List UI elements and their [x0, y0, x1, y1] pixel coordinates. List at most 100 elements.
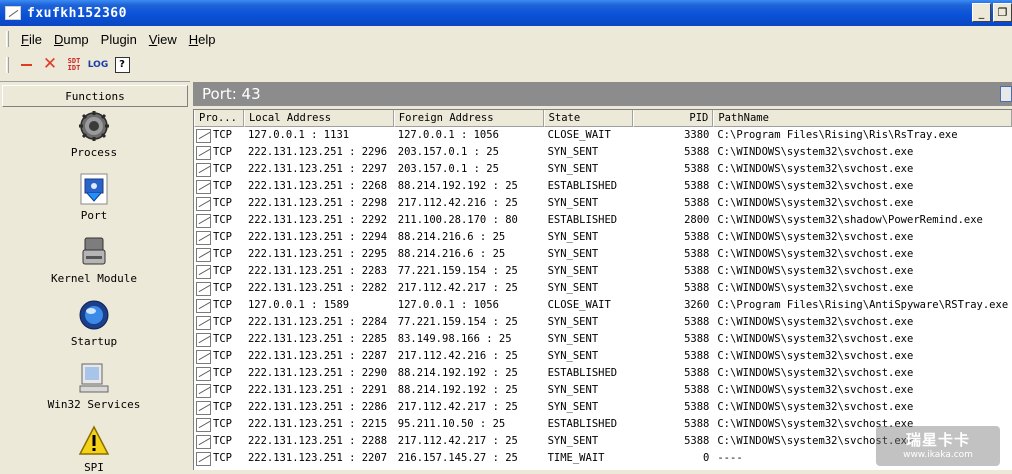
menu-file[interactable]: File [15, 32, 48, 47]
sdt-button[interactable]: SDT IDT [63, 55, 85, 75]
menu-grip[interactable] [6, 31, 9, 47]
table-row[interactable]: TCP 222.131.123.251 : 2298 217.112.42.216 … [194, 195, 1012, 212]
title-bar[interactable]: fxufkh152360 _ ❐ [0, 0, 1012, 26]
port-list[interactable]: Pro... Local Address Foreign Address Sta… [193, 109, 1012, 470]
cell-state: ESTABLISHED [547, 214, 618, 226]
protocol-text: TCP [213, 129, 232, 141]
cell-local-address: 127.0.0.1 : 1131 [247, 129, 350, 141]
menu-view[interactable]: View [143, 32, 183, 47]
cell-protocol: TCP [194, 348, 244, 365]
restore-button[interactable]: ❐ [993, 3, 1012, 22]
table-row[interactable]: TCP 222.131.123.251 : 2292 211.100.28.170 … [194, 212, 1012, 229]
sidebar-item-kernel-module[interactable]: Kernel Module [0, 236, 188, 285]
kill-button[interactable]: ✕ [39, 55, 61, 75]
sidebar-item-port[interactable]: Port [0, 173, 188, 222]
connection-icon [196, 213, 211, 228]
col-header-state[interactable]: State [543, 110, 634, 127]
toolbar-grip[interactable] [6, 56, 9, 73]
cell-protocol: TCP [194, 331, 244, 348]
cell-pid: 5388 [684, 265, 710, 277]
cell-local-address: 222.131.123.251 : 2283 [247, 265, 388, 277]
table-row[interactable]: TCP 222.131.123.251 : 2268 88.214.192.192 … [194, 178, 1012, 195]
connection-icon [196, 298, 211, 313]
sdt-icon: SDT IDT [67, 56, 81, 72]
panel-corner-icon[interactable] [1000, 86, 1012, 102]
col-header-pathname[interactable]: PathName [713, 110, 1012, 127]
help-icon: ? [114, 56, 130, 73]
port-count-bar: Port: 43 [193, 82, 1012, 106]
minus-button[interactable] [15, 55, 37, 75]
protocol-text: TCP [213, 146, 232, 158]
cell-local-address: 222.131.123.251 : 2294 [247, 231, 388, 243]
sidebar-item-process[interactable]: Process [0, 110, 188, 159]
cell-local-address: 222.131.123.251 : 2207 [247, 452, 388, 464]
col-header-pid[interactable]: PID [633, 110, 714, 127]
protocol-text: TCP [213, 282, 232, 294]
sidebar-item-spi[interactable]: SPI [0, 425, 188, 474]
protocol-text: TCP [213, 367, 232, 379]
gear-icon [78, 110, 110, 142]
table-row[interactable]: TCP 222.131.123.251 : 2284 77.221.159.154 … [194, 314, 1012, 331]
cell-protocol: TCP [194, 263, 244, 280]
col-header-foreign-address[interactable]: Foreign Address [393, 110, 544, 127]
table-row[interactable]: TCP 222.131.123.251 : 2291 88.214.192.192 … [194, 382, 1012, 399]
cell-local-address: 127.0.0.1 : 1589 [247, 299, 350, 311]
cell-foreign-address: 127.0.0.1 : 1056 [397, 299, 499, 311]
cell-pathname: C:\WINDOWS\system32\svchost.exe [717, 265, 914, 277]
table-row[interactable]: TCP 222.131.123.251 : 2283 77.221.159.154 … [194, 263, 1012, 280]
cell-pid: 5388 [684, 367, 710, 379]
cell-pid: 5388 [684, 350, 710, 362]
menu-dump[interactable]: Dump [48, 32, 95, 47]
watermark-brand: 瑞星卡卡 [905, 431, 970, 449]
menu-plugin[interactable]: Plugin [95, 32, 143, 47]
cell-protocol: TCP [194, 365, 244, 382]
cell-protocol: TCP [194, 280, 244, 297]
sidebar-item-win32-services[interactable]: Win32 Services [0, 362, 188, 411]
menu-help[interactable]: Help [183, 32, 222, 47]
cell-foreign-address: 88.214.192.192 : 25 [397, 367, 518, 379]
cell-local-address: 222.131.123.251 : 2215 [247, 418, 388, 430]
table-row[interactable]: TCP 127.0.0.1 : 1589 127.0.0.1 : 1056 CLOSE… [194, 297, 1012, 314]
table-row[interactable]: TCP 222.131.123.251 : 2285 83.149.98.166 :… [194, 331, 1012, 348]
cell-protocol: TCP [194, 297, 244, 314]
table-row[interactable]: TCP 222.131.123.251 : 2294 88.214.216.6 : … [194, 229, 1012, 246]
cell-local-address: 222.131.123.251 : 2286 [247, 401, 388, 413]
cell-state: SYN_SENT [547, 265, 599, 277]
window-controls: _ ❐ [970, 3, 1012, 22]
cell-state: SYN_SENT [547, 163, 599, 175]
table-row[interactable]: TCP 222.131.123.251 : 2296 203.157.0.1 : 2… [194, 144, 1012, 161]
cell-protocol: TCP [194, 195, 244, 212]
table-row[interactable]: TCP 222.131.123.251 : 2295 88.214.216.6 : … [194, 246, 1012, 263]
connection-icon [196, 162, 211, 177]
col-header-protocol[interactable]: Pro... [194, 110, 244, 127]
cell-protocol: TCP [194, 144, 244, 161]
sidebar-label-spi: SPI [84, 461, 104, 474]
cell-pid: 5388 [684, 163, 710, 175]
cell-local-address: 222.131.123.251 : 2291 [247, 384, 388, 396]
cell-pathname: C:\Program Files\Rising\AntiSpyware\RSTr… [717, 299, 1009, 311]
watermark-url: www.ikaka.com [903, 450, 973, 460]
table-row[interactable]: TCP 222.131.123.251 : 2290 88.214.192.192 … [194, 365, 1012, 382]
cell-protocol: TCP [194, 433, 244, 450]
protocol-text: TCP [213, 248, 232, 260]
table-row[interactable]: TCP 222.131.123.251 : 2287 217.112.42.216 … [194, 348, 1012, 365]
table-row[interactable]: TCP 222.131.123.251 : 2297 203.157.0.1 : 2… [194, 161, 1012, 178]
cell-local-address: 222.131.123.251 : 2268 [247, 180, 388, 192]
protocol-text: TCP [213, 265, 232, 277]
table-row[interactable]: TCP 127.0.0.1 : 1131 127.0.0.1 : 1056 CLOSE… [194, 127, 1012, 144]
minimize-button[interactable]: _ [972, 3, 991, 22]
sidebar-item-startup[interactable]: Startup [0, 299, 188, 348]
computer-icon [78, 362, 110, 394]
help-button[interactable]: ? [111, 55, 133, 75]
connection-icon [196, 281, 211, 296]
table-row[interactable]: TCP 222.131.123.251 : 2286 217.112.42.217 … [194, 399, 1012, 416]
cell-state: CLOSE_WAIT [547, 299, 611, 311]
log-button[interactable]: LOG [87, 55, 109, 75]
cell-foreign-address: 95.211.10.50 : 25 [397, 418, 506, 430]
cell-foreign-address: 127.0.0.1 : 1056 [397, 129, 499, 141]
col-header-local-address[interactable]: Local Address [243, 110, 394, 127]
protocol-text: TCP [213, 418, 232, 430]
cell-state: ESTABLISHED [547, 367, 618, 379]
table-row[interactable]: TCP 222.131.123.251 : 2282 217.112.42.217 … [194, 280, 1012, 297]
sidebar-label-kernel-module: Kernel Module [50, 272, 138, 285]
